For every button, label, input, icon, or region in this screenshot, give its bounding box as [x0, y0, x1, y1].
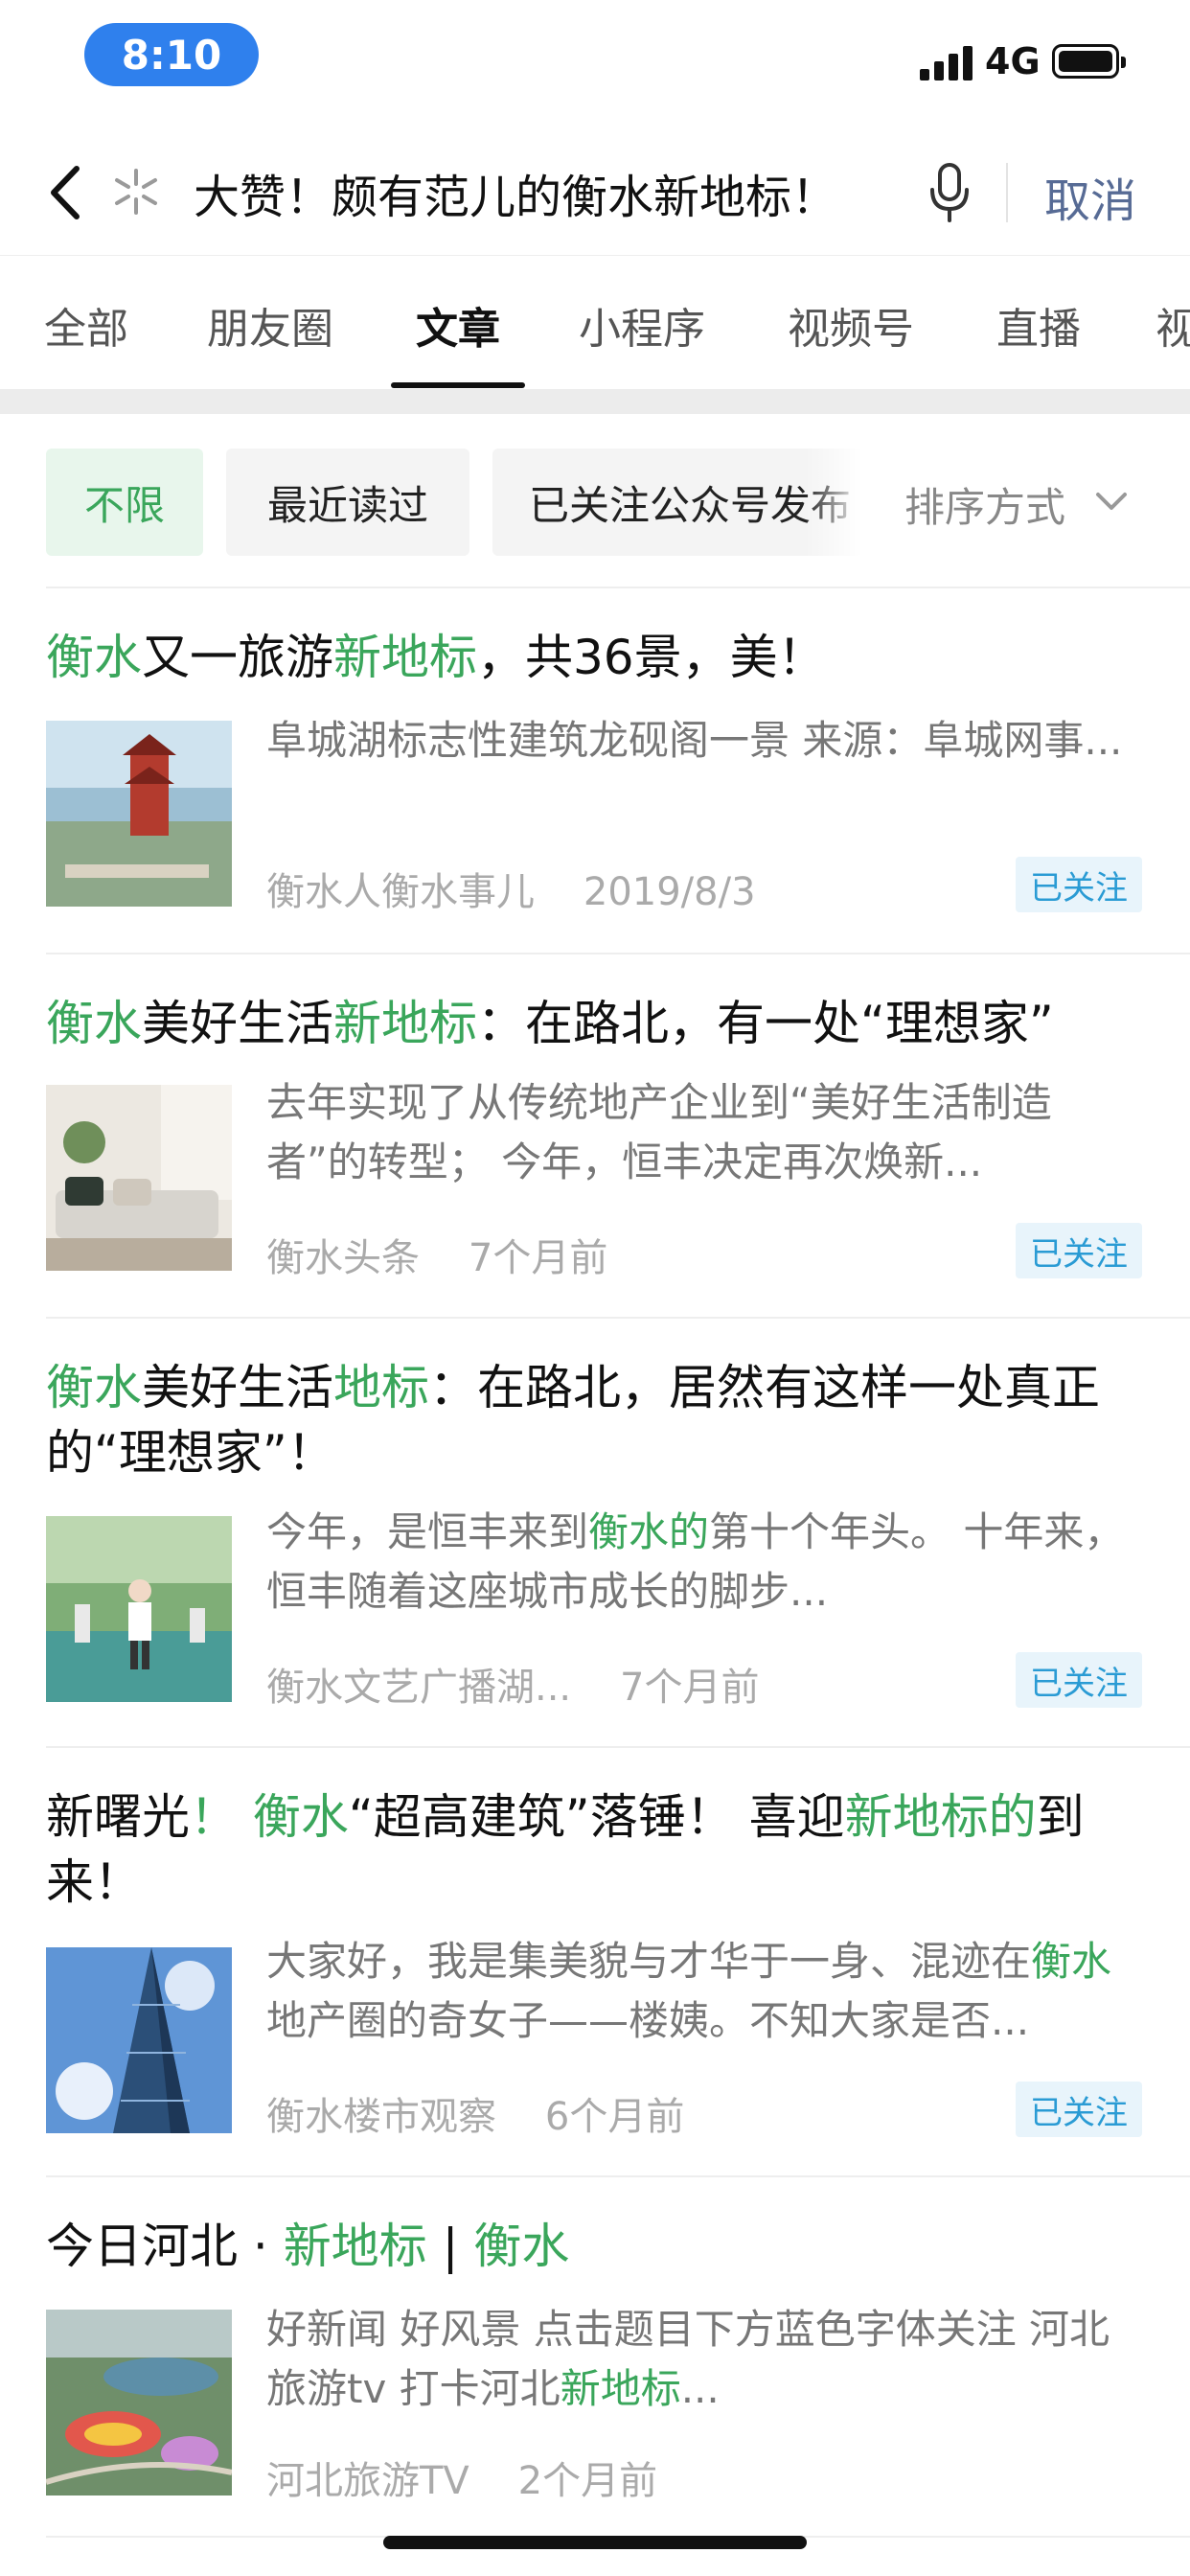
- article-divider: [46, 1317, 1190, 1319]
- section-divider: [0, 389, 1190, 414]
- article-source[interactable]: 衡水人衡水事儿: [266, 870, 535, 914]
- article-title[interactable]: 衡水美好生活新地标：在路北，有一处“理想家”: [46, 991, 1148, 1056]
- article-source[interactable]: 河北旅游TV: [266, 2459, 469, 2503]
- article-meta: 衡水头条 7个月前: [266, 1227, 607, 1282]
- article-thumbnail: [46, 2310, 232, 2496]
- article-summary: 好新闻 好风景 点击题目下方蓝色字体关注 河北旅游tv 打卡河北新地标...: [266, 2300, 1148, 2419]
- tab-video[interactable]: 视: [1156, 294, 1190, 356]
- highlighted-keyword: 新地标的: [844, 1789, 1037, 1845]
- text-segment: ，共36景，美！: [477, 630, 826, 685]
- article-time: 7个月前: [620, 1666, 760, 1710]
- highlighted-keyword: 新地标: [283, 2219, 427, 2274]
- article-time: 6个月前: [544, 2095, 685, 2139]
- article-thumbnail: [46, 1947, 232, 2133]
- followed-badge: 已关注: [1016, 1223, 1142, 1278]
- highlighted-keyword: ！ 衡水: [190, 1789, 349, 1845]
- article-source[interactable]: 衡水楼市观察: [266, 2095, 496, 2139]
- article-summary: 今年，是恒丰来到衡水的第十个年头。 十年来，恒丰随着这座城市成长的脚步...: [266, 1503, 1148, 1622]
- article-meta: 衡水楼市观察 6个月前: [266, 2085, 684, 2141]
- article-time: 2019/8/3: [583, 870, 756, 914]
- highlighted-keyword: 新地标: [333, 630, 477, 685]
- chevron-down-icon[interactable]: [1092, 489, 1131, 516]
- article-divider: [46, 1746, 1190, 1748]
- microphone-icon[interactable]: [926, 161, 973, 226]
- home-indicator: [383, 2536, 807, 2549]
- battery-icon: [1052, 44, 1126, 79]
- status-bar: 8:10 4G: [0, 0, 1190, 115]
- cancel-button[interactable]: 取消: [1044, 163, 1136, 230]
- chip-fade: [805, 448, 862, 556]
- article-summary: 大家好，我是集美貌与才华于一身、混迹在衡水地产圈的奇女子——楼姨。不知大家是否.…: [266, 1932, 1148, 2051]
- text-segment: “超高建筑”落锤！ 喜迎: [348, 1789, 845, 1845]
- search-input[interactable]: 大赞！颇有范儿的衡水新地标！: [194, 159, 837, 226]
- text-segment: 新曙光: [46, 1789, 190, 1845]
- article-summary: 去年实现了从传统地产企业到“美好生活制造者”的转型； 今年，恒丰决定再次焕新..…: [266, 1073, 1148, 1192]
- text-segment: 地产圈的奇女子——楼姨。不知大家是否...: [266, 1997, 1030, 2044]
- followed-badge: 已关注: [1016, 857, 1142, 912]
- tab-articles[interactable]: 文章: [416, 294, 500, 356]
- text-segment: 去年实现了从传统地产企业到“美好生活制造者”的转型； 今年，恒丰决定再次焕新..…: [266, 1079, 1052, 1185]
- highlighted-keyword: 新地标: [333, 996, 477, 1051]
- highlighted-keyword: 衡水: [1031, 1938, 1112, 1985]
- status-time: 8:10: [84, 23, 259, 86]
- highlighted-keyword: 衡水: [46, 996, 142, 1051]
- text-segment: 今日河北 ·: [46, 2219, 284, 2274]
- article-meta: 衡水人衡水事儿 2019/8/3: [266, 861, 756, 916]
- article-meta: 河北旅游TV 2个月前: [266, 2450, 657, 2505]
- text-segment: 美好生活: [142, 1360, 333, 1415]
- highlighted-keyword: 衡水: [46, 1360, 142, 1415]
- highlighted-keyword: 衡水的: [588, 1508, 710, 1555]
- tab-live[interactable]: 直播: [996, 294, 1081, 356]
- text-segment: 又一旅游: [142, 630, 333, 685]
- sort-button[interactable]: 排序方式: [904, 475, 1065, 534]
- followed-badge: 已关注: [1016, 2082, 1142, 2137]
- highlighted-keyword: 地标: [333, 1360, 429, 1415]
- filters-divider: [46, 586, 1190, 588]
- article-thumbnail: [46, 1516, 232, 1702]
- back-arrow-icon[interactable]: [40, 159, 92, 226]
- article-title[interactable]: 今日河北 · 新地标 | 衡水: [46, 2214, 1148, 2279]
- tab-channels[interactable]: 视频号: [788, 294, 914, 356]
- tab-moments[interactable]: 朋友圈: [207, 294, 333, 356]
- highlighted-keyword: 衡水: [473, 2219, 570, 2274]
- filter-chip-any[interactable]: 不限: [46, 448, 203, 556]
- article-source[interactable]: 衡水头条: [266, 1236, 420, 1280]
- article-divider: [46, 2175, 1190, 2177]
- text-segment: |: [426, 2219, 474, 2274]
- article-title[interactable]: 衡水又一旅游新地标，共36景，美！: [46, 625, 1148, 690]
- network-type: 4G: [985, 40, 1041, 82]
- signal-icon: [920, 44, 973, 80]
- text-segment: 大家好，我是集美貌与才华于一身、混迹在: [266, 1938, 1032, 1985]
- sparkle-icon: [115, 169, 157, 215]
- filter-chip-recently-read[interactable]: 最近读过: [226, 448, 469, 556]
- search-header: 大赞！颇有范儿的衡水新地标！ 取消: [0, 134, 1190, 249]
- highlighted-keyword: 新地标: [560, 2365, 681, 2412]
- article-time: 2个月前: [517, 2459, 658, 2503]
- article-thumbnail: [46, 721, 232, 907]
- text-segment: 阜城湖标志性建筑龙砚阁一景 来源：阜城网事...: [266, 717, 1123, 764]
- article-title[interactable]: 新曙光！ 衡水“超高建筑”落锤！ 喜迎新地标的到来！: [46, 1784, 1148, 1915]
- article-divider: [46, 953, 1190, 954]
- text-segment: ...: [680, 2365, 720, 2412]
- filter-bar: 不限 最近读过 已关注公众号发布 排序方式: [0, 414, 1190, 588]
- text-segment: 今年，是恒丰来到: [266, 1508, 589, 1555]
- tab-mini-programs[interactable]: 小程序: [579, 294, 705, 356]
- article-thumbnail: [46, 1085, 232, 1271]
- category-tabs: 全部 朋友圈 文章 小程序 视频号 直播 视: [0, 255, 1190, 390]
- article-meta: 衡水文艺广播湖... 7个月前: [266, 1656, 759, 1712]
- tab-all[interactable]: 全部: [44, 294, 128, 356]
- header-divider: [1006, 163, 1008, 222]
- article-title[interactable]: 衡水美好生活地标：在路北，居然有这样一处真正的“理想家”！: [46, 1355, 1148, 1485]
- article-summary: 阜城湖标志性建筑龙砚阁一景 来源：阜城网事...: [266, 711, 1148, 770]
- article-source[interactable]: 衡水文艺广播湖...: [266, 1666, 571, 1710]
- followed-badge: 已关注: [1016, 1652, 1142, 1708]
- highlighted-keyword: 衡水: [46, 630, 142, 685]
- text-segment: 美好生活: [142, 996, 333, 1051]
- text-segment: ：在路北，有一处“理想家”: [477, 996, 1054, 1051]
- active-tab-indicator: [391, 382, 525, 388]
- article-time: 7个月前: [468, 1236, 608, 1280]
